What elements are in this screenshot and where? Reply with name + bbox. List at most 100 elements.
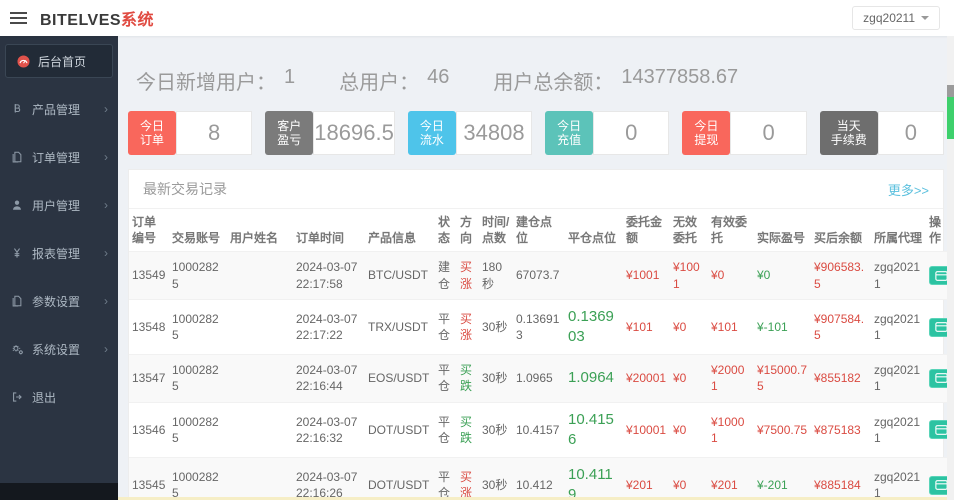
table-cell: ¥101 bbox=[711, 319, 738, 334]
table-row: 13549 10002825 2024-03-07 22:17:58 BTC/USDT… bbox=[129, 251, 954, 300]
stat-card: 当天 手续费 0 bbox=[819, 111, 945, 155]
table-cell: 买涨 bbox=[460, 470, 473, 500]
table-cell: ¥201 bbox=[711, 478, 738, 493]
column-header: 交易账号 bbox=[172, 231, 221, 246]
sidebar-item-label: 产品管理 bbox=[32, 102, 81, 117]
table-cell bbox=[227, 402, 293, 458]
table-cell: DOT/USDT bbox=[368, 422, 430, 437]
column-header: 实际盈号 bbox=[757, 231, 806, 246]
table-cell: TRX/USDT bbox=[368, 319, 428, 334]
sidebar-item-report-yen[interactable]: 报表管理 › bbox=[0, 236, 118, 270]
stat-card: 今日 订单 8 bbox=[128, 111, 253, 155]
table-cell: 10.4119 bbox=[568, 466, 613, 500]
table-cell bbox=[565, 252, 623, 299]
table-cell bbox=[227, 252, 293, 299]
stats-summary: 今日新增用户： 1 总用户： 46 用户总余额： 14377858.67 bbox=[128, 46, 944, 111]
top-header: BITELVES系统 zgq20211 bbox=[0, 0, 954, 36]
stat-group: 总用户： 46 bbox=[339, 66, 449, 95]
panel-title: 最新交易记录 bbox=[143, 181, 227, 197]
table-cell: 10002825 bbox=[172, 414, 219, 445]
app-root: BITELVES系统 zgq20211 后台首页 产品管理 › 订单管理 › 用户管理 › 报… bbox=[0, 0, 954, 500]
stat-card-value: 8 bbox=[176, 111, 253, 155]
table-cell: 13547 bbox=[132, 371, 166, 386]
stat-label: 今日新增用户： bbox=[136, 72, 276, 94]
more-link[interactable]: 更多>> bbox=[888, 180, 929, 199]
table-cell: 10.4156 bbox=[568, 410, 614, 448]
stat-value: 46 bbox=[427, 66, 450, 88]
column-header: 所属代理 bbox=[874, 231, 923, 246]
dashboard-icon bbox=[16, 54, 30, 68]
table-cell: 30秒 bbox=[482, 422, 508, 437]
stat-card: 今日 充值 0 bbox=[545, 111, 670, 155]
table-cell: ¥907584.5 bbox=[814, 311, 865, 342]
table-cell: ¥906583.5 bbox=[814, 260, 865, 291]
column-header: 有效委托 bbox=[711, 215, 748, 246]
report-yen-icon bbox=[10, 247, 24, 259]
sidebar: 后台首页 产品管理 › 订单管理 › 用户管理 › 报表管理 › 参数设置 › 系统设置 › 退出 bbox=[0, 36, 118, 483]
sidebar-item-label: 报表管理 bbox=[32, 246, 81, 261]
table-cell: 买涨 bbox=[460, 311, 473, 342]
table-cell: 10.4157 bbox=[516, 422, 560, 437]
sidebar-menu: 后台首页 产品管理 › 订单管理 › 用户管理 › 报表管理 › 参数设置 › 系统设置 › 退出 bbox=[0, 44, 118, 414]
sidebar-item-params[interactable]: 参数设置 › bbox=[0, 284, 118, 318]
stat-value: 1 bbox=[284, 66, 296, 88]
sidebar-item-logout[interactable]: 退出 bbox=[0, 380, 118, 414]
table-row: 13548 10002825 2024-03-07 22:17:22 TRX/USDT… bbox=[129, 299, 954, 355]
table-cell: ¥20001 bbox=[711, 363, 745, 394]
table-cell bbox=[227, 458, 293, 500]
column-header: 状态 bbox=[438, 215, 451, 246]
table-cell bbox=[227, 299, 293, 355]
table-cell: zgq20211 bbox=[874, 470, 921, 500]
sidebar-item-gear[interactable]: 系统设置 › bbox=[0, 332, 118, 366]
table-cell: 建仓 bbox=[438, 260, 451, 291]
table-cell: 2024-03-07 22:17:58 bbox=[296, 260, 358, 291]
table-cell bbox=[227, 355, 293, 402]
stat-label: 用户总余额： bbox=[493, 72, 614, 94]
table-cell: 30秒 bbox=[482, 371, 508, 386]
sidebar-item-label: 后台首页 bbox=[38, 54, 87, 69]
table-cell: 买涨 bbox=[460, 260, 473, 291]
table-cell: 0.136903 bbox=[568, 307, 614, 345]
sidebar-item-label: 用户管理 bbox=[32, 198, 81, 213]
table-cell: ¥201 bbox=[626, 478, 653, 493]
sidebar-item-label: 系统设置 bbox=[32, 342, 81, 357]
sidebar-item-orders[interactable]: 订单管理 › bbox=[0, 140, 118, 174]
chevron-down-icon bbox=[921, 16, 929, 20]
user-menu[interactable]: zgq20211 bbox=[852, 6, 940, 30]
table-cell: 2024-03-07 22:17:22 bbox=[296, 311, 358, 342]
sidebar-item-bitcoin[interactable]: 产品管理 › bbox=[0, 92, 118, 126]
menu-toggle-icon[interactable] bbox=[10, 9, 40, 27]
table-body: 13549 10002825 2024-03-07 22:17:58 BTC/USDT… bbox=[129, 251, 954, 500]
table-cell: EOS/USDT bbox=[368, 371, 430, 386]
logout-icon bbox=[10, 391, 24, 403]
stat-card-value: 34808 bbox=[455, 111, 533, 155]
main-content: 今日新增用户： 1 总用户： 46 用户总余额： 14377858.67 今日 订单 8 客户盈… bbox=[118, 36, 954, 500]
table-cell: 13549 bbox=[132, 268, 166, 283]
sidebar-item-user[interactable]: 用户管理 › bbox=[0, 188, 118, 222]
table-cell: 13545 bbox=[132, 478, 166, 493]
stat-cards-row: 今日 订单 8 客户 盈亏 18696.5 今日 流水 34808 今日 充值 0 今日 提现 0 当天 手续费… bbox=[128, 111, 945, 155]
table-cell: ¥1001 bbox=[626, 268, 660, 283]
table-cell: ¥20001 bbox=[626, 371, 667, 386]
table-cell: 买跌 bbox=[460, 414, 473, 445]
sidebar-item-dashboard[interactable]: 后台首页 bbox=[5, 44, 113, 78]
scrollbar-thumb[interactable] bbox=[947, 97, 954, 139]
params-icon bbox=[10, 295, 24, 307]
table-cell: ¥-201 bbox=[757, 478, 788, 493]
stat-card-label: 今日 订单 bbox=[128, 111, 176, 155]
stat-group: 用户总余额： 14377858.67 bbox=[493, 66, 738, 95]
table-cell: zgq20211 bbox=[874, 414, 921, 445]
column-header: 平仓点位 bbox=[568, 231, 617, 246]
table-cell: 2024-03-07 22:16:26 bbox=[296, 470, 358, 500]
sidebar-footer bbox=[0, 483, 118, 500]
column-header: 建仓点位 bbox=[516, 215, 553, 246]
stat-value: 14377858.67 bbox=[621, 66, 739, 88]
table-cell: ¥0 bbox=[673, 371, 687, 386]
chevron-right-icon: › bbox=[104, 246, 108, 260]
table-cell: ¥0 bbox=[673, 478, 687, 493]
sidebar-item-label: 参数设置 bbox=[32, 294, 81, 309]
table-cell: ¥101 bbox=[626, 319, 653, 334]
table-cell: ¥0 bbox=[711, 268, 725, 283]
stat-group: 今日新增用户： 1 bbox=[136, 66, 295, 95]
table-cell: BTC/USDT bbox=[368, 268, 428, 283]
